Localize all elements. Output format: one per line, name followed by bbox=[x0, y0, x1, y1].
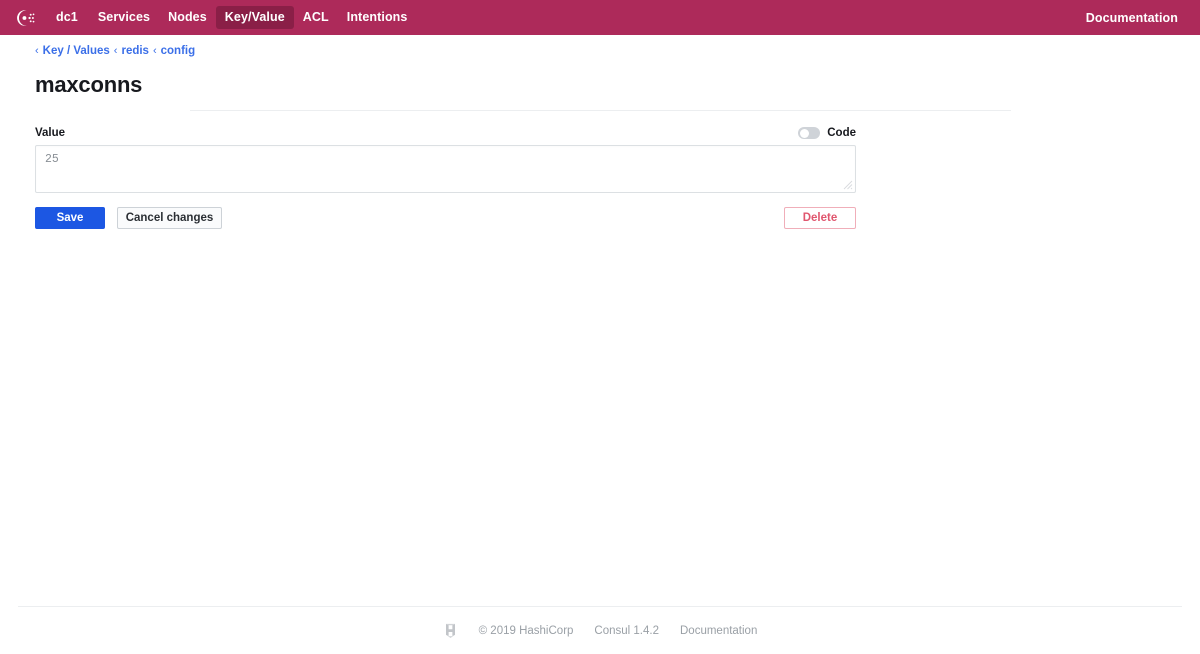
nav-items-list: dc1 Services Nodes Key/Value ACL Intenti… bbox=[50, 6, 1078, 29]
nav-item-acl[interactable]: ACL bbox=[294, 6, 338, 29]
chevron-left-icon: ‹ bbox=[152, 45, 157, 57]
nav-item-label: Intentions bbox=[346, 10, 408, 24]
value-label-row: Value Code bbox=[35, 122, 856, 140]
footer-documentation-link[interactable]: Documentation bbox=[680, 624, 757, 638]
page-content: ‹ Key / Values ‹ redis ‹ config maxconns… bbox=[0, 44, 1200, 229]
chevron-left-icon: ‹ bbox=[35, 45, 39, 57]
toggle-knob bbox=[799, 128, 809, 138]
nav-item-label: Key/Value bbox=[224, 10, 285, 24]
save-button[interactable]: Save bbox=[35, 207, 105, 229]
nav-item-label: ACL bbox=[302, 10, 329, 24]
footer-version: Consul 1.4.2 bbox=[594, 624, 659, 637]
code-toggle-label: Code bbox=[827, 127, 856, 139]
breadcrumb-item-redis[interactable]: ‹ redis bbox=[114, 44, 149, 58]
navbar-documentation-label: Documentation bbox=[1085, 10, 1178, 25]
breadcrumb-item-config[interactable]: ‹ config bbox=[153, 44, 195, 58]
navbar-documentation-link[interactable]: Documentation bbox=[1078, 7, 1186, 29]
nav-item-intentions[interactable]: Intentions bbox=[338, 6, 417, 29]
title-divider bbox=[189, 110, 1011, 111]
form-actions: Save Cancel changes Delete bbox=[35, 207, 856, 229]
footer-content: © 2019 HashiCorp Consul 1.4.2 Documentat… bbox=[18, 607, 1182, 654]
hashicorp-logo-icon bbox=[443, 623, 458, 639]
delete-button[interactable]: Delete bbox=[784, 207, 856, 229]
value-input-text: 25 bbox=[45, 153, 59, 166]
footer-copyright: © 2019 HashiCorp bbox=[478, 624, 574, 637]
code-toggle[interactable]: Code bbox=[798, 126, 856, 140]
toggle-off-icon[interactable] bbox=[798, 127, 821, 139]
nav-item-dc1[interactable]: dc1 bbox=[50, 6, 89, 29]
nav-item-key-value[interactable]: Key/Value bbox=[215, 6, 294, 29]
breadcrumb-item-label: redis bbox=[121, 45, 149, 57]
main-navbar: dc1 Services Nodes Key/Value ACL Intenti… bbox=[0, 0, 1200, 35]
nav-item-nodes[interactable]: Nodes bbox=[159, 6, 216, 29]
kv-edit-form: Value Code 25 Save Cancel changes Delete bbox=[35, 122, 856, 229]
breadcrumb-item-label: Key / Values bbox=[42, 45, 110, 57]
breadcrumb-item-key-values[interactable]: ‹ Key / Values bbox=[35, 44, 110, 58]
consul-logo-icon[interactable] bbox=[12, 5, 38, 31]
primary-actions: Save Cancel changes bbox=[35, 207, 222, 229]
breadcrumb-item-label: config bbox=[160, 45, 196, 57]
breadcrumb: ‹ Key / Values ‹ redis ‹ config bbox=[35, 44, 1165, 58]
nav-item-services[interactable]: Services bbox=[89, 6, 159, 29]
page-footer: © 2019 HashiCorp Consul 1.4.2 Documentat… bbox=[0, 606, 1200, 654]
value-field-label: Value bbox=[35, 127, 66, 139]
cancel-changes-button[interactable]: Cancel changes bbox=[117, 207, 222, 229]
nav-item-label: Nodes bbox=[168, 10, 207, 24]
resize-handle-icon[interactable] bbox=[843, 180, 853, 190]
nav-item-label: Services bbox=[97, 10, 151, 24]
value-input[interactable]: 25 bbox=[35, 145, 856, 193]
nav-item-label: dc1 bbox=[56, 10, 78, 24]
page-title: maxconns bbox=[35, 72, 143, 97]
consul-kv-edit-page: dc1 Services Nodes Key/Value ACL Intenti… bbox=[0, 0, 1200, 654]
chevron-left-icon: ‹ bbox=[113, 45, 118, 57]
